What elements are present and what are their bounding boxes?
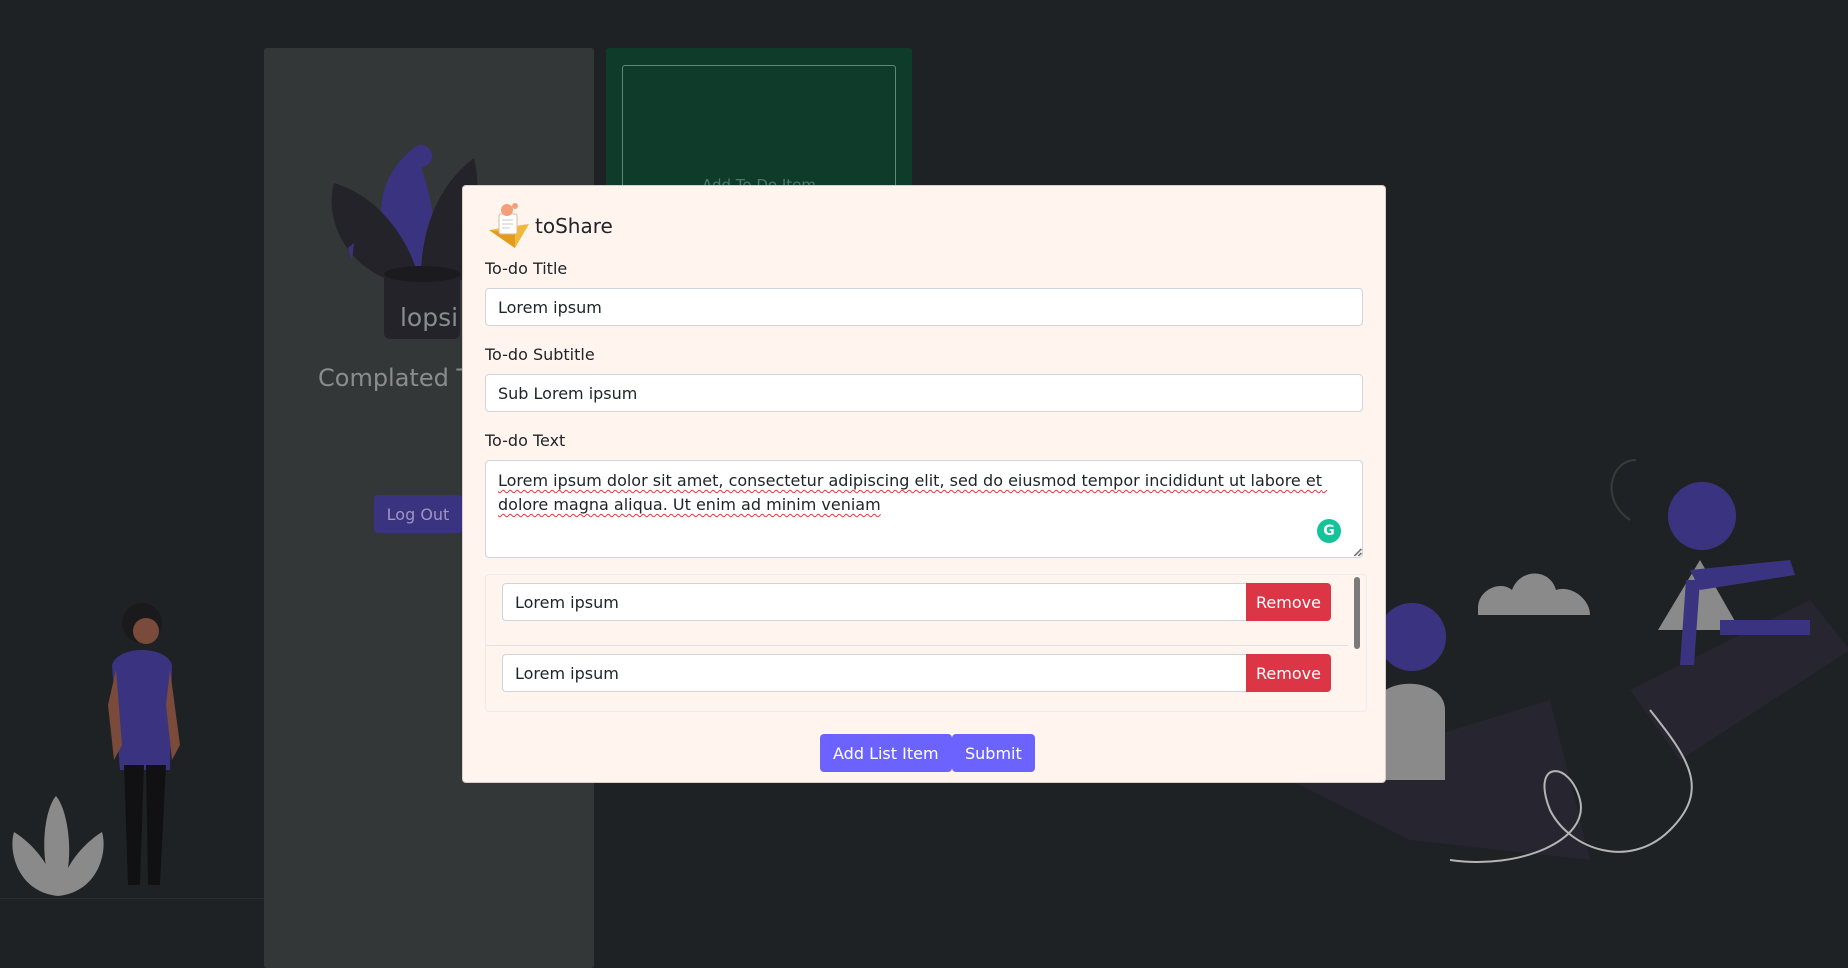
title-label: To-do Title: [485, 259, 568, 278]
list-item: Remove: [486, 575, 1348, 646]
list-item-input[interactable]: [502, 654, 1246, 692]
toshare-logo-icon: [489, 203, 529, 248]
ground-line: [0, 898, 264, 899]
grammarly-icon[interactable]: G: [1317, 519, 1341, 543]
remove-button[interactable]: Remove: [1246, 583, 1331, 621]
remove-button[interactable]: Remove: [1246, 654, 1331, 692]
plant-left-illustration: [12, 796, 104, 896]
title-input[interactable]: [485, 288, 1363, 326]
new-todo-modal: toShare To-do Title To-do Subtitle To-do…: [462, 185, 1386, 783]
list-scrollbar[interactable]: [1350, 575, 1364, 711]
completed-heading: Complated To: [318, 364, 482, 392]
subtitle-label: To-do Subtitle: [485, 345, 595, 364]
resize-grip-icon[interactable]: [1353, 547, 1363, 557]
standing-person-illustration: [108, 603, 180, 885]
list-items-container: Remove Remove: [485, 574, 1367, 712]
submit-button[interactable]: Submit: [952, 734, 1035, 772]
add-list-item-button[interactable]: Add List Item: [820, 734, 952, 772]
list-item: Remove: [486, 646, 1348, 711]
text-label: To-do Text: [485, 431, 566, 450]
logout-button[interactable]: Log Out: [374, 495, 462, 533]
modal-header: toShare: [485, 200, 613, 252]
list-scrollbar-thumb[interactable]: [1354, 577, 1360, 649]
brand-name: toShare: [535, 214, 613, 238]
list-item-input[interactable]: [502, 583, 1246, 621]
text-textarea[interactable]: Lorem ipsum dolor sit amet, consectetur …: [485, 460, 1363, 558]
subtitle-input[interactable]: [485, 374, 1363, 412]
